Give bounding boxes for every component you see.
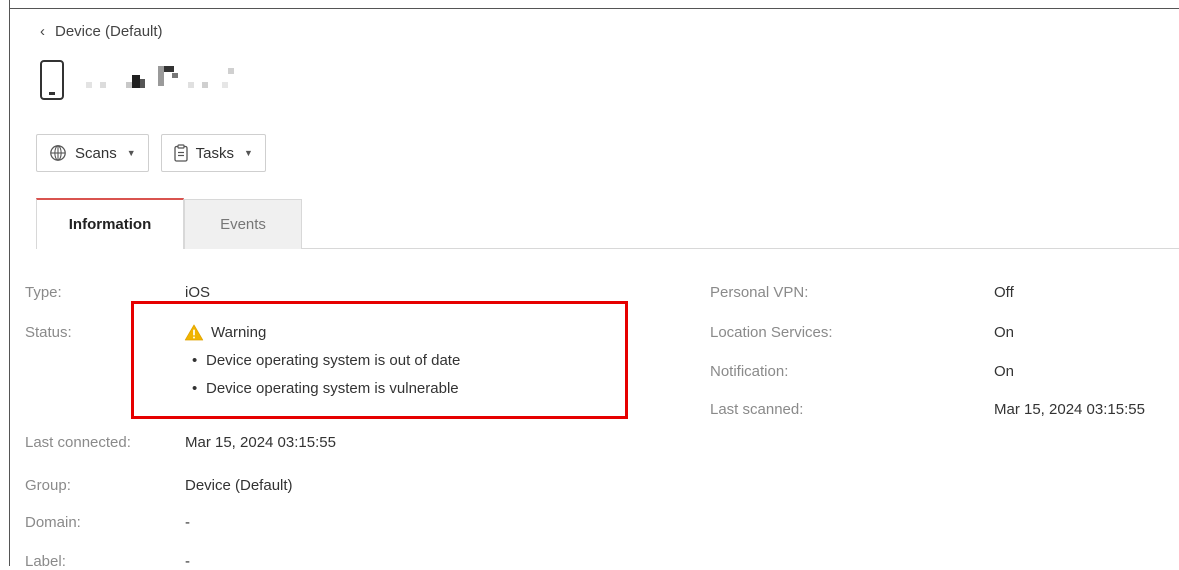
notification-value: On: [994, 363, 1015, 380]
last-connected-label: Last connected:: [25, 434, 131, 451]
label-field-label: Label:: [25, 553, 66, 570]
last-scanned-value: Mar 15, 2024 03:15:55: [994, 401, 1145, 418]
scans-dropdown-button[interactable]: Scans ▼: [36, 134, 149, 172]
back-link[interactable]: ‹ Device (Default): [40, 23, 163, 40]
type-value: iOS: [185, 284, 211, 301]
type-label: Type:: [25, 284, 62, 301]
back-link-label: Device (Default): [55, 23, 163, 40]
tasks-button-label: Tasks: [195, 144, 234, 162]
group-value: Device (Default): [185, 477, 293, 494]
last-scanned-label: Last scanned:: [710, 401, 804, 418]
tab-information[interactable]: Information: [36, 198, 184, 249]
mobile-phone-icon: [40, 60, 64, 100]
location-services-value: On: [994, 324, 1015, 341]
personal-vpn-value: Off: [994, 284, 1014, 301]
caret-down-icon: ▼: [243, 148, 253, 158]
frame-top-border: [9, 8, 1179, 9]
group-label: Group:: [25, 477, 71, 494]
globe-icon: [50, 145, 66, 161]
tab-bar: Information Events: [36, 198, 302, 249]
personal-vpn-label: Personal VPN:: [710, 284, 809, 301]
notification-label: Notification:: [710, 363, 789, 380]
clipboard-icon: [173, 144, 188, 162]
tab-events[interactable]: Events: [184, 199, 302, 249]
highlight-annotation-box: [131, 301, 628, 419]
tasks-dropdown-button[interactable]: Tasks ▼: [160, 134, 266, 172]
domain-label: Domain:: [25, 514, 81, 531]
device-name-redacted: [86, 60, 316, 100]
last-connected-value: Mar 15, 2024 03:15:55: [185, 434, 336, 451]
chevron-left-icon: ‹: [40, 23, 45, 40]
caret-down-icon: ▼: [126, 148, 136, 158]
location-services-label: Location Services:: [710, 324, 833, 341]
scans-button-label: Scans: [75, 144, 117, 162]
status-label: Status:: [25, 324, 72, 341]
toolbar: Scans ▼ Tasks ▼: [36, 134, 266, 172]
device-header: [40, 60, 316, 100]
domain-value: -: [185, 514, 190, 531]
label-field-value: -: [185, 553, 190, 570]
frame-left-border: [9, 0, 10, 566]
